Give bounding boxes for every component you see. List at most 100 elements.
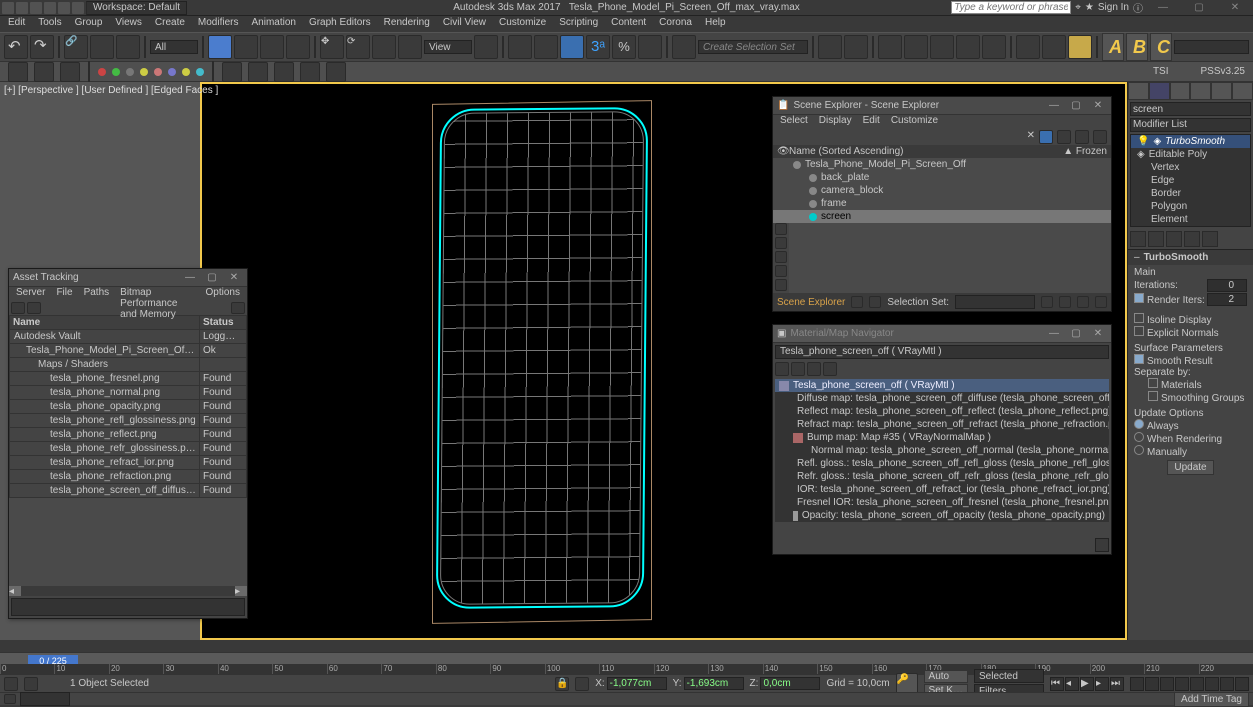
modifier-stack[interactable]: 💡◈TurboSmooth◈Editable PolyVertexEdgeBor… [1130,134,1251,227]
placement-button[interactable] [398,35,422,59]
nav-icon[interactable] [1205,677,1219,691]
sub-icon[interactable] [300,62,320,82]
minimize-button[interactable]: — [1045,100,1063,111]
tab-modify[interactable] [1149,82,1170,100]
tool-icon[interactable] [1059,296,1071,308]
refcoord-system[interactable]: View [424,40,472,54]
scene-menu-item[interactable]: Select [775,115,813,129]
object-name-input[interactable] [1130,102,1251,116]
sub-icon[interactable] [60,62,80,82]
next-frame-icon[interactable]: ▸ [1095,677,1109,691]
rendered-frame-window-button[interactable] [1042,35,1066,59]
close-filter-icon[interactable]: ✕ [1027,130,1035,144]
spinner-snap-button[interactable] [638,35,662,59]
goto-end-icon[interactable]: ⏭ [1110,677,1124,691]
maxscript-input[interactable] [20,692,70,706]
scale-button[interactable] [372,35,396,59]
scene-node[interactable]: frame [773,197,1111,210]
geometry-filter-icon[interactable] [775,223,787,235]
menu-rendering[interactable]: Rendering [378,16,436,32]
select-by-name-button[interactable] [234,35,258,59]
move-button[interactable]: ✥ [320,35,344,59]
render-production-button[interactable] [1068,35,1092,59]
tab-create[interactable] [1128,82,1149,100]
remove-modifier-icon[interactable] [1184,231,1200,247]
prompt-icon[interactable] [24,677,38,691]
undo-button[interactable]: ↶ [4,35,28,59]
infocenter-icon[interactable]: ⌖ [1075,2,1081,13]
light-filter-icon[interactable] [775,251,787,263]
light-icon[interactable] [196,68,204,76]
menu-scripting[interactable]: Scripting [553,16,604,32]
nav-icon[interactable] [1145,677,1159,691]
viewport-label[interactable]: [+] [Perspective ] [User Defined ] [Edge… [4,85,218,96]
material-row[interactable]: Refract map: tesla_phone_screen_off_refr… [775,418,1109,431]
snaps-toggle-button[interactable] [560,35,584,59]
close-button[interactable]: ✕ [1089,100,1107,111]
angle-snap-button[interactable]: 3ᵃ [586,35,610,59]
material-row[interactable]: IOR: tesla_phone_screen_off_refract_ior … [775,483,1109,496]
nav-icon[interactable] [1160,677,1174,691]
mirror-button[interactable] [818,35,842,59]
update-manually-radio[interactable]: Manually [1147,447,1187,458]
material-row[interactable]: Tesla_phone_screen_off ( VRayMtl ) [775,379,1109,392]
sub-icon[interactable] [8,62,28,82]
rotate-button[interactable]: ⟳ [346,35,370,59]
menu-content[interactable]: Content [605,16,652,32]
view-small-icon[interactable] [791,362,805,376]
close-button[interactable]: ✕ [1089,328,1107,339]
view-medium-icon[interactable] [807,362,821,376]
asset-row[interactable]: tesla_phone_screen_off_diffuse.pngFound [10,484,247,498]
select-region-button[interactable] [260,35,284,59]
column-header-name[interactable]: Name (Sorted Ascending) [789,146,904,157]
selection-set-dropdown[interactable] [955,295,1035,309]
light-icon[interactable] [154,68,162,76]
workspace-selector[interactable]: Workspace: Default [86,1,187,15]
modifier-stack-item[interactable]: Element [1131,213,1250,226]
material-row[interactable]: Refl. gloss.: tesla_phone_screen_off_ref… [775,457,1109,470]
helper-filter-icon[interactable] [775,279,787,291]
signin-link[interactable]: Sign In [1098,2,1129,13]
nav-icon[interactable] [1220,677,1234,691]
menu-customize[interactable]: Customize [493,16,552,32]
redo-button[interactable]: ↷ [30,35,54,59]
material-editor-button[interactable] [982,35,1006,59]
viewport[interactable]: [+] [Perspective ] [User Defined ] [Edge… [0,82,1127,640]
window-crossing-button[interactable] [286,35,310,59]
light-green-icon[interactable] [112,68,120,76]
asset-menu-item[interactable]: Bitmap Performance and Memory [115,287,199,301]
material-row[interactable]: Diffuse map: tesla_phone_screen_off_diff… [775,392,1109,405]
light-red-icon[interactable] [98,68,106,76]
align-button[interactable] [844,35,868,59]
script-listener-icon[interactable] [4,677,18,691]
toggle-ribbon-button[interactable] [904,35,928,59]
modifier-stack-item[interactable]: Border [1131,187,1250,200]
view-icon[interactable] [1093,130,1107,144]
pin-stack-icon[interactable] [1130,231,1146,247]
add-time-tag-button[interactable]: Add Time Tag [1174,692,1249,707]
asset-row[interactable]: tesla_phone_fresnel.pngFound [10,372,247,386]
abc-c-button[interactable]: C [1150,33,1172,61]
tool-icon[interactable] [1041,296,1053,308]
asset-row[interactable]: tesla_phone_refl_glossiness.pngFound [10,414,247,428]
save-icon[interactable] [30,2,42,14]
resize-grip-icon[interactable] [1095,538,1109,552]
status-input[interactable] [11,598,245,616]
menu-help[interactable]: Help [699,16,732,32]
time-slider[interactable]: 0 / 225 01020304050607080901001101201301… [0,652,1253,674]
tool-icon[interactable] [1095,296,1107,308]
maxscript-icon[interactable] [4,694,16,704]
modifier-stack-item[interactable]: Edge [1131,174,1250,187]
tab-display[interactable] [1211,82,1232,100]
column-header-frozen[interactable]: ▲ Frozen [1063,146,1107,157]
menu-create[interactable]: Create [149,16,191,32]
exchange-icon[interactable]: ⓘ [1133,0,1143,15]
scene-node[interactable]: Tesla_Phone_Model_Pi_Screen_Off [773,158,1111,171]
asset-row[interactable]: tesla_phone_refr_glossiness.pngFound [10,442,247,456]
key-filter-dropdown[interactable]: Selected [974,669,1044,683]
scene-node[interactable]: camera_block [773,184,1111,197]
scene-menu-item[interactable]: Customize [886,115,943,129]
menu-group[interactable]: Group [69,16,109,32]
refresh-icon[interactable] [11,302,25,314]
keyboard-shortcut-button[interactable] [534,35,558,59]
